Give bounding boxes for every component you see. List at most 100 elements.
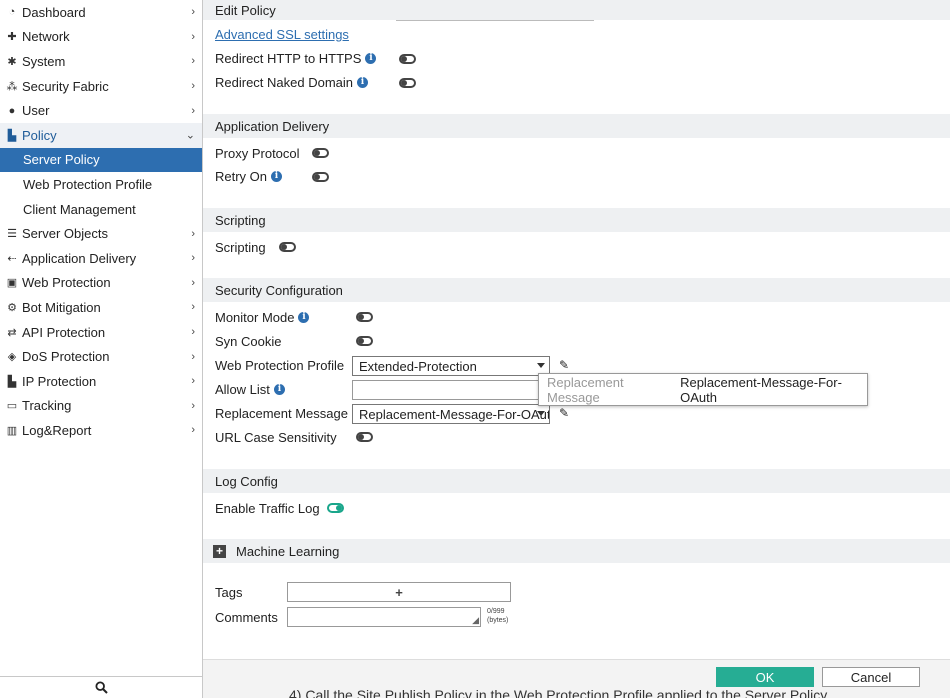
- sidebar-item-label: Application Delivery: [22, 250, 137, 266]
- monitor-mode-toggle[interactable]: [356, 312, 373, 322]
- tooltip-value: Replacement-Message-For-OAuth: [680, 374, 842, 405]
- enable-traffic-log-toggle[interactable]: [327, 503, 344, 513]
- laptop-icon: ▭: [6, 400, 18, 413]
- allow-list-label: Allow List: [215, 381, 270, 397]
- sidebar-item-ip-protection[interactable]: ▙ IP Protection ›: [0, 369, 202, 394]
- user-icon: ●: [8, 104, 16, 117]
- sidebar-item-dashboard[interactable]: ◔ Dashboard ›: [0, 0, 202, 25]
- sidebar-subitem-label: Web Protection Profile: [23, 176, 153, 192]
- chevron-right-icon: ›: [191, 350, 195, 363]
- scripting-toggle[interactable]: [279, 242, 296, 252]
- api-icon: ⇄: [7, 326, 17, 339]
- info-icon[interactable]: i: [357, 76, 369, 88]
- caret-down-icon: [537, 411, 545, 416]
- sidebar-item-user[interactable]: ● User ›: [0, 98, 202, 123]
- sidebar-item-label: API Protection: [22, 324, 106, 340]
- sidebar-item-api-protection[interactable]: ⇄ API Protection ›: [0, 320, 202, 345]
- server-icon: ☰: [7, 228, 17, 241]
- resize-handle-icon[interactable]: ◢: [472, 615, 479, 626]
- policy-icon: ▙: [7, 129, 17, 142]
- sidebar-item-tracking[interactable]: ▭ Tracking ›: [0, 394, 202, 419]
- sidebar-item-label: DoS Protection: [22, 349, 110, 365]
- sidebar-subitem-label: Server Policy: [23, 152, 100, 168]
- tooltip: Replacement Message Replacement-Message-…: [538, 373, 868, 406]
- sidebar-subitem-label: Client Management: [23, 201, 136, 217]
- machine-learning-label: Machine Learning: [236, 543, 340, 559]
- section-scripting: Scripting: [203, 208, 950, 232]
- chevron-right-icon: ›: [191, 55, 195, 68]
- cancel-button[interactable]: Cancel: [822, 667, 920, 687]
- web-protection-profile-select[interactable]: Extended-Protection: [352, 356, 550, 376]
- redirect-http-label: Redirect HTTP to HTTPS: [215, 50, 362, 66]
- chart-icon: ▥: [6, 424, 18, 437]
- chevron-right-icon: ›: [191, 424, 195, 437]
- lock-icon: ▣: [6, 277, 18, 290]
- url-case-sensitivity-toggle[interactable]: [356, 432, 373, 442]
- chevron-right-icon: ›: [191, 104, 195, 117]
- sidebar-search-button[interactable]: [0, 676, 202, 698]
- chevron-right-icon: ›: [191, 252, 195, 265]
- sidebar-item-web-protection[interactable]: ▣ Web Protection ›: [0, 271, 202, 296]
- sidebar-item-log-report[interactable]: ▥ Log&Report ›: [0, 418, 202, 443]
- sidebar-item-label: Log&Report: [22, 422, 92, 438]
- sidebar-item-label: Security Fabric: [22, 78, 109, 94]
- comments-textarea[interactable]: ◢: [287, 607, 481, 627]
- url-case-sensitivity-label: URL Case Sensitivity: [215, 429, 337, 445]
- sidebar-subitem-server-policy[interactable]: Server Policy: [0, 147, 202, 173]
- scripting-label: Scripting: [215, 239, 266, 255]
- sidebar-item-network[interactable]: ✚ Network ›: [0, 25, 202, 50]
- section-security-configuration: Security Configuration: [203, 278, 950, 302]
- allow-list-select[interactable]: [352, 380, 550, 400]
- select-value: Replacement-Message-For-OAuth: [359, 406, 550, 422]
- proxy-protocol-toggle[interactable]: [312, 148, 329, 158]
- fabric-icon: ⁂: [6, 80, 18, 93]
- sidebar: ◔ Dashboard › ✚ Network › ✱ System › ⁂ S…: [0, 0, 203, 698]
- replacement-message-label: Replacement Message: [215, 405, 348, 421]
- sidebar-item-dos-protection[interactable]: ◈ DoS Protection ›: [0, 344, 202, 369]
- sidebar-item-policy[interactable]: ▙ Policy ⌄: [0, 122, 202, 148]
- chevron-right-icon: ›: [191, 375, 195, 388]
- background-text: 4) Call the Site Publish Policy in the W…: [289, 687, 828, 698]
- dashboard-icon: ◔: [8, 6, 16, 19]
- chevron-right-icon: ›: [191, 276, 195, 289]
- sidebar-item-server-objects[interactable]: ☰ Server Objects ›: [0, 221, 202, 246]
- edit-pencil-icon[interactable]: ✎: [559, 406, 569, 420]
- replacement-message-select[interactable]: Replacement-Message-For-OAuth: [352, 404, 550, 424]
- divider: [396, 20, 594, 21]
- edit-pencil-icon[interactable]: ✎: [559, 358, 569, 372]
- sidebar-item-label: Bot Mitigation: [22, 299, 101, 315]
- sidebar-subitem-web-protection-profile[interactable]: Web Protection Profile: [0, 172, 202, 197]
- info-icon[interactable]: i: [365, 52, 377, 64]
- monitor-mode-label: Monitor Mode: [215, 309, 295, 325]
- add-tag-icon: +: [395, 584, 403, 600]
- comments-counter: 0/999 (bytes): [487, 607, 508, 625]
- info-icon[interactable]: i: [271, 170, 283, 182]
- comments-count: 0/999: [487, 608, 505, 615]
- info-icon[interactable]: i: [273, 383, 285, 395]
- syn-cookie-label: Syn Cookie: [215, 333, 282, 349]
- chevron-down-icon: ⌄: [185, 129, 195, 142]
- sidebar-item-security-fabric[interactable]: ⁂ Security Fabric ›: [0, 74, 202, 99]
- chevron-right-icon: ›: [191, 80, 195, 93]
- sidebar-subitem-client-management[interactable]: Client Management: [0, 197, 202, 222]
- redirect-naked-toggle[interactable]: [399, 78, 416, 88]
- sidebar-item-system[interactable]: ✱ System ›: [0, 49, 202, 74]
- advanced-ssl-link[interactable]: Advanced SSL settings: [215, 27, 349, 42]
- retry-on-toggle[interactable]: [312, 172, 329, 182]
- sidebar-item-application-delivery[interactable]: ⇠ Application Delivery ›: [0, 246, 202, 271]
- sidebar-item-label: Network: [22, 29, 70, 45]
- expand-plus-icon[interactable]: +: [213, 544, 226, 558]
- delivery-icon: ⇠: [7, 252, 17, 265]
- chevron-right-icon: ›: [191, 6, 195, 19]
- syn-cookie-toggle[interactable]: [356, 336, 373, 346]
- info-icon[interactable]: i: [298, 311, 310, 323]
- ok-button[interactable]: OK: [716, 667, 814, 687]
- comments-unit: (bytes): [487, 617, 509, 624]
- sidebar-item-label: User: [22, 103, 50, 119]
- redirect-http-toggle[interactable]: [399, 54, 416, 64]
- enable-traffic-log-label: Enable Traffic Log: [215, 500, 320, 516]
- section-machine-learning[interactable]: + Machine Learning: [203, 539, 950, 563]
- sidebar-item-bot-mitigation[interactable]: ⚙ Bot Mitigation ›: [0, 295, 202, 320]
- tags-add-field[interactable]: +: [287, 582, 511, 602]
- sidebar-item-label: Tracking: [22, 398, 72, 414]
